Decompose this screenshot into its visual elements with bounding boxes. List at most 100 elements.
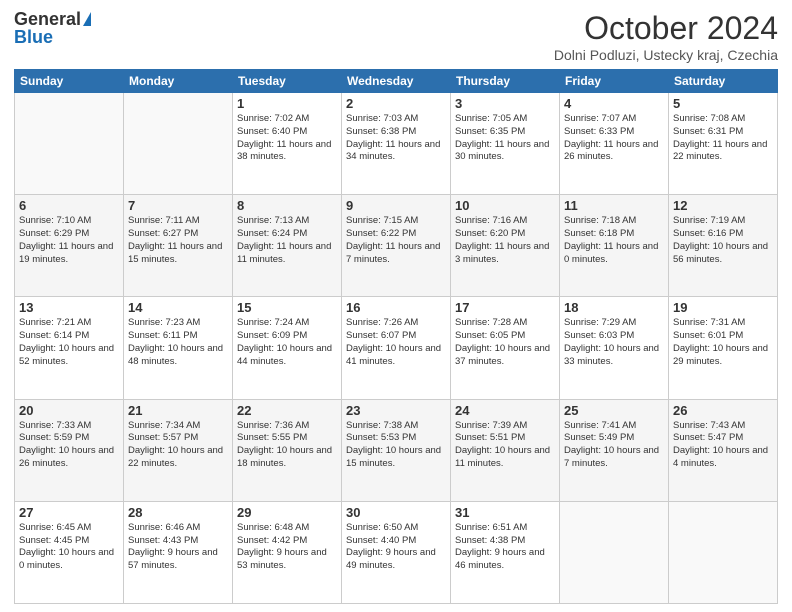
day-number: 29	[237, 505, 337, 520]
day-number: 7	[128, 198, 228, 213]
day-info: Sunrise: 7:38 AM Sunset: 5:53 PM Dayligh…	[346, 420, 446, 471]
calendar-week-row: 20 Sunrise: 7:33 AM Sunset: 5:59 PM Dayli…	[15, 399, 778, 501]
table-row: 10 Sunrise: 7:16 AM Sunset: 6:20 PM Dayli…	[451, 195, 560, 297]
day-number: 5	[673, 96, 773, 111]
day-number: 31	[455, 505, 555, 520]
table-row: 3 Sunrise: 7:05 AM Sunset: 6:35 PM Daylig…	[451, 93, 560, 195]
day-number: 21	[128, 403, 228, 418]
table-row: 18 Sunrise: 7:29 AM Sunset: 6:03 PM Dayli…	[560, 297, 669, 399]
table-row: 9 Sunrise: 7:15 AM Sunset: 6:22 PM Daylig…	[342, 195, 451, 297]
table-row: 26Sunrise: 7:43 AM Sunset: 5:47 PM Dayli…	[669, 399, 778, 501]
day-info: Sunrise: 7:39 AM Sunset: 5:51 PM Dayligh…	[455, 420, 555, 471]
day-info: Sunrise: 7:13 AM Sunset: 6:24 PM Dayligh…	[237, 215, 337, 266]
month-title: October 2024	[554, 10, 778, 47]
calendar-week-row: 6 Sunrise: 7:10 AM Sunset: 6:29 PM Daylig…	[15, 195, 778, 297]
table-row: 22Sunrise: 7:36 AM Sunset: 5:55 PM Dayli…	[233, 399, 342, 501]
table-row: 1 Sunrise: 7:02 AM Sunset: 6:40 PM Daylig…	[233, 93, 342, 195]
day-info: Sunrise: 6:46 AM Sunset: 4:43 PM Dayligh…	[128, 522, 228, 573]
col-saturday: Saturday	[669, 70, 778, 93]
day-info: Sunrise: 7:33 AM Sunset: 5:59 PM Dayligh…	[19, 420, 119, 471]
table-row: 23Sunrise: 7:38 AM Sunset: 5:53 PM Dayli…	[342, 399, 451, 501]
day-number: 30	[346, 505, 446, 520]
day-info: Sunrise: 7:05 AM Sunset: 6:35 PM Dayligh…	[455, 113, 555, 164]
col-sunday: Sunday	[15, 70, 124, 93]
col-wednesday: Wednesday	[342, 70, 451, 93]
day-info: Sunrise: 7:08 AM Sunset: 6:31 PM Dayligh…	[673, 113, 773, 164]
table-row: 15Sunrise: 7:24 AM Sunset: 6:09 PM Dayli…	[233, 297, 342, 399]
day-info: Sunrise: 7:02 AM Sunset: 6:40 PM Dayligh…	[237, 113, 337, 164]
day-number: 8	[237, 198, 337, 213]
table-row: 16 Sunrise: 7:26 AM Sunset: 6:07 PM Dayli…	[342, 297, 451, 399]
day-number: 25	[564, 403, 664, 418]
table-row	[560, 501, 669, 603]
day-number: 6	[19, 198, 119, 213]
day-number: 20	[19, 403, 119, 418]
table-row: 25 Sunrise: 7:41 AM Sunset: 5:49 PM Dayli…	[560, 399, 669, 501]
day-info: Sunrise: 7:29 AM Sunset: 6:03 PM Dayligh…	[564, 317, 664, 368]
table-row: 28 Sunrise: 6:46 AM Sunset: 4:43 PM Dayli…	[124, 501, 233, 603]
table-row: 6 Sunrise: 7:10 AM Sunset: 6:29 PM Daylig…	[15, 195, 124, 297]
table-row: 27Sunrise: 6:45 AM Sunset: 4:45 PM Dayli…	[15, 501, 124, 603]
table-row: 5 Sunrise: 7:08 AM Sunset: 6:31 PM Daylig…	[669, 93, 778, 195]
day-info: Sunrise: 7:21 AM Sunset: 6:14 PM Dayligh…	[19, 317, 119, 368]
logo-blue: Blue	[14, 28, 53, 46]
table-row: 4 Sunrise: 7:07 AM Sunset: 6:33 PM Daylig…	[560, 93, 669, 195]
day-number: 16	[346, 300, 446, 315]
day-number: 13	[19, 300, 119, 315]
day-number: 17	[455, 300, 555, 315]
day-info: Sunrise: 7:07 AM Sunset: 6:33 PM Dayligh…	[564, 113, 664, 164]
table-row	[15, 93, 124, 195]
day-number: 15	[237, 300, 337, 315]
day-number: 4	[564, 96, 664, 111]
calendar-table: Sunday Monday Tuesday Wednesday Thursday…	[14, 69, 778, 604]
day-info: Sunrise: 7:28 AM Sunset: 6:05 PM Dayligh…	[455, 317, 555, 368]
header: General Blue October 2024 Dolni Podluzi,…	[14, 10, 778, 63]
table-row: 24Sunrise: 7:39 AM Sunset: 5:51 PM Dayli…	[451, 399, 560, 501]
day-info: Sunrise: 7:15 AM Sunset: 6:22 PM Dayligh…	[346, 215, 446, 266]
table-row: 29 Sunrise: 6:48 AM Sunset: 4:42 PM Dayli…	[233, 501, 342, 603]
day-info: Sunrise: 7:26 AM Sunset: 6:07 PM Dayligh…	[346, 317, 446, 368]
table-row: 2Sunrise: 7:03 AM Sunset: 6:38 PM Daylig…	[342, 93, 451, 195]
day-number: 28	[128, 505, 228, 520]
day-number: 2	[346, 96, 446, 111]
table-row: 20 Sunrise: 7:33 AM Sunset: 5:59 PM Dayli…	[15, 399, 124, 501]
day-number: 18	[564, 300, 664, 315]
table-row: 8 Sunrise: 7:13 AM Sunset: 6:24 PM Daylig…	[233, 195, 342, 297]
logo-general: General	[14, 10, 81, 28]
day-info: Sunrise: 6:48 AM Sunset: 4:42 PM Dayligh…	[237, 522, 337, 573]
day-number: 19	[673, 300, 773, 315]
table-row: 19Sunrise: 7:31 AM Sunset: 6:01 PM Dayli…	[669, 297, 778, 399]
day-info: Sunrise: 7:19 AM Sunset: 6:16 PM Dayligh…	[673, 215, 773, 266]
day-number: 12	[673, 198, 773, 213]
day-number: 10	[455, 198, 555, 213]
table-row: 7Sunrise: 7:11 AM Sunset: 6:27 PM Daylig…	[124, 195, 233, 297]
table-row: 14Sunrise: 7:23 AM Sunset: 6:11 PM Dayli…	[124, 297, 233, 399]
table-row	[669, 501, 778, 603]
day-info: Sunrise: 7:16 AM Sunset: 6:20 PM Dayligh…	[455, 215, 555, 266]
table-row: 13 Sunrise: 7:21 AM Sunset: 6:14 PM Dayli…	[15, 297, 124, 399]
calendar-week-row: 1 Sunrise: 7:02 AM Sunset: 6:40 PM Daylig…	[15, 93, 778, 195]
col-friday: Friday	[560, 70, 669, 93]
col-thursday: Thursday	[451, 70, 560, 93]
title-block: October 2024 Dolni Podluzi, Ustecky kraj…	[554, 10, 778, 63]
day-number: 3	[455, 96, 555, 111]
day-number: 27	[19, 505, 119, 520]
day-info: Sunrise: 7:36 AM Sunset: 5:55 PM Dayligh…	[237, 420, 337, 471]
logo: General Blue	[14, 10, 91, 46]
table-row: 30 Sunrise: 6:50 AM Sunset: 4:40 PM Dayli…	[342, 501, 451, 603]
table-row: 17 Sunrise: 7:28 AM Sunset: 6:05 PM Dayli…	[451, 297, 560, 399]
page: General Blue October 2024 Dolni Podluzi,…	[0, 0, 792, 612]
day-info: Sunrise: 7:43 AM Sunset: 5:47 PM Dayligh…	[673, 420, 773, 471]
day-number: 1	[237, 96, 337, 111]
table-row: 12 Sunrise: 7:19 AM Sunset: 6:16 PM Dayli…	[669, 195, 778, 297]
logo-icon	[83, 12, 91, 26]
col-tuesday: Tuesday	[233, 70, 342, 93]
col-monday: Monday	[124, 70, 233, 93]
day-info: Sunrise: 7:34 AM Sunset: 5:57 PM Dayligh…	[128, 420, 228, 471]
day-info: Sunrise: 7:10 AM Sunset: 6:29 PM Dayligh…	[19, 215, 119, 266]
day-info: Sunrise: 7:41 AM Sunset: 5:49 PM Dayligh…	[564, 420, 664, 471]
day-info: Sunrise: 6:50 AM Sunset: 4:40 PM Dayligh…	[346, 522, 446, 573]
day-number: 11	[564, 198, 664, 213]
table-row: 21 Sunrise: 7:34 AM Sunset: 5:57 PM Dayli…	[124, 399, 233, 501]
day-number: 9	[346, 198, 446, 213]
